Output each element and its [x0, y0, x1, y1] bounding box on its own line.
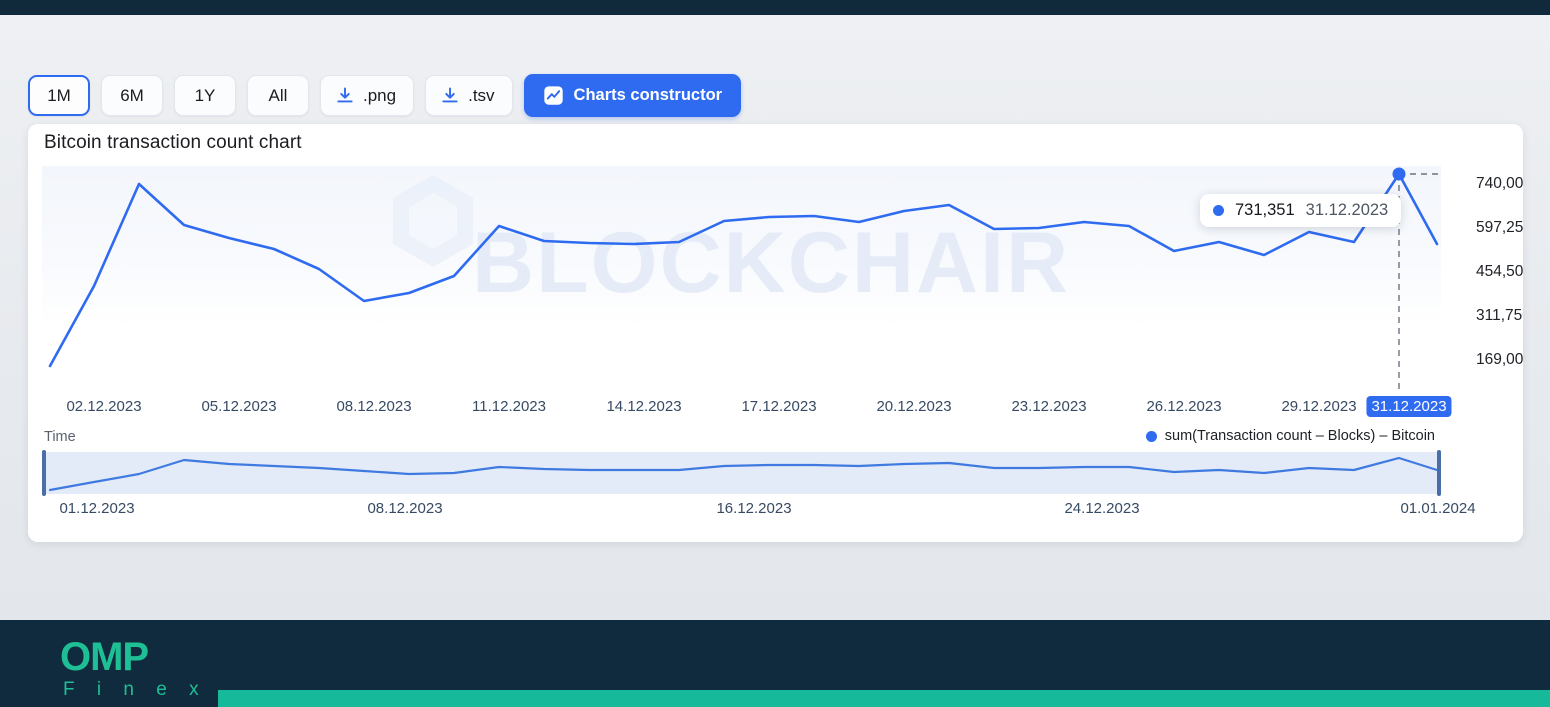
y-tick-label: 740,000 [1476, 175, 1523, 192]
navigator-x-tick-label: 08.12.2023 [367, 500, 443, 517]
chart-toolbar: 1M 6M 1Y All .png .tsv Charts constructo… [28, 74, 742, 117]
chart-card: Bitcoin transaction count chart BLOCKCHA… [28, 124, 1523, 542]
logo-secondary-text: F i n e x [63, 679, 208, 700]
range-button-1m-label: 1M [47, 85, 71, 105]
charts-constructor-button[interactable]: Charts constructor [523, 74, 742, 117]
x-tick-label: 14.12.2023 [606, 398, 682, 415]
page-root: 1M 6M 1Y All .png .tsv Charts constructo… [0, 0, 1550, 707]
range-button-1y-label: 1Y [194, 85, 216, 105]
y-tick-label: 454,500 [1476, 263, 1523, 280]
chart-navigator[interactable] [42, 450, 1441, 496]
x-tick-label: 11.12.2023 [472, 398, 546, 415]
range-button-6m[interactable]: 6M [101, 75, 163, 116]
navigator-x-tick-label: 16.12.2023 [716, 500, 792, 517]
range-button-all-label: All [268, 85, 288, 105]
tooltip-series-dot [1213, 205, 1224, 216]
navigator-right-handle[interactable] [1437, 450, 1441, 496]
x-tick-label: 05.12.2023 [201, 398, 277, 415]
navigator-line-svg [48, 456, 1439, 492]
legend-series-label: sum(Transaction count – Blocks) – Bitcoi… [1164, 428, 1435, 444]
x-tick-label: 26.12.2023 [1146, 398, 1222, 415]
download-png-button[interactable]: .png [320, 75, 415, 116]
chart-plot-area[interactable]: BLOCKCHAIR 731,351 31.12.2023 [42, 166, 1441, 392]
y-tick-label: 597,250 [1476, 219, 1523, 236]
x-tick-label: 29.12.2023 [1281, 398, 1357, 415]
chart-line-icon [543, 85, 564, 106]
y-tick-label: 311,750 [1476, 307, 1523, 324]
top-bar [0, 0, 1550, 15]
range-button-1m[interactable]: 1M [28, 75, 90, 116]
x-tick-label: 23.12.2023 [1011, 398, 1087, 415]
chart-legend[interactable]: sum(Transaction count – Blocks) – Bitcoi… [1145, 428, 1435, 444]
navigator-left-handle[interactable] [42, 450, 46, 496]
navigator-x-tick-label: 01.12.2023 [59, 500, 135, 517]
x-tick-label: 20.12.2023 [876, 398, 952, 415]
navigator-series-line [48, 456, 1439, 492]
navigator-x-tick-label: 24.12.2023 [1064, 500, 1140, 517]
download-png-label: .png [363, 85, 397, 105]
logo-primary-text: OMP [60, 635, 149, 679]
range-button-all[interactable]: All [247, 75, 309, 116]
tooltip-date: 31.12.2023 [1305, 201, 1389, 219]
x-axis: 02.12.2023 05.12.2023 08.12.2023 11.12.2… [42, 396, 1452, 422]
download-icon [335, 86, 355, 106]
tooltip-value: 731,351 [1235, 201, 1295, 219]
chart-tooltip: 731,351 31.12.2023 [1200, 194, 1402, 227]
download-tsv-label: .tsv [468, 85, 495, 105]
chart-title: Bitcoin transaction count chart [44, 132, 302, 153]
range-button-1y[interactable]: 1Y [174, 75, 236, 116]
navigator-x-axis: 01.12.2023 08.12.2023 16.12.2023 24.12.2… [42, 500, 1475, 524]
x-tick-label: 02.12.2023 [66, 398, 142, 415]
range-button-6m-label: 6M [120, 85, 144, 105]
x-tick-label: 17.12.2023 [741, 398, 817, 415]
download-tsv-button[interactable]: .tsv [425, 75, 513, 116]
x-tick-label-highlighted: 31.12.2023 [1366, 396, 1452, 417]
x-axis-title: Time [44, 429, 76, 445]
navigator-x-tick-label: 01.01.2024 [1400, 500, 1476, 517]
footer-accent-bar [218, 690, 1550, 707]
ompfinex-logo[interactable]: OMP F i n e x [60, 637, 207, 701]
highlighted-point-marker [1392, 167, 1406, 181]
y-axis: 740,000 597,250 454,500 311,750 169,000 [1448, 166, 1523, 392]
y-tick-label: 169,000 [1476, 351, 1523, 368]
charts-constructor-label: Charts constructor [573, 86, 723, 104]
legend-series-dot [1145, 430, 1157, 442]
download-icon [440, 86, 460, 106]
x-tick-label: 08.12.2023 [336, 398, 412, 415]
